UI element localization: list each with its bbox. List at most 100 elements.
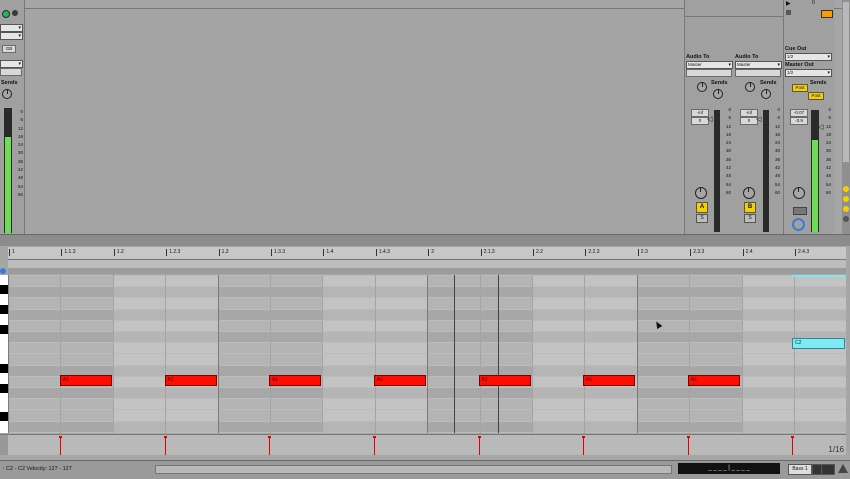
master-crossfader-icon[interactable] (793, 207, 807, 215)
piano-key-black[interactable] (0, 412, 8, 421)
velocity-stem[interactable] (373, 436, 376, 455)
track-activator-a[interactable]: A (696, 202, 708, 213)
input-channel-select[interactable] (0, 32, 23, 40)
velocity-stem[interactable] (687, 436, 690, 455)
left-empty-field[interactable] (0, 68, 22, 76)
scene-nav-icon-2[interactable] (843, 196, 849, 202)
selected-midi-note[interactable]: C2 (792, 338, 845, 349)
velocity-stem[interactable] (477, 436, 481, 455)
master-volume-field[interactable]: -0.07 (790, 109, 808, 117)
track-power-icon[interactable] (2, 10, 10, 18)
velocity-stem[interactable] (163, 436, 167, 455)
ruler-tick: 1 (9, 249, 15, 256)
scrub-area[interactable] (8, 268, 846, 274)
detail-toggle-icon[interactable] (838, 464, 848, 473)
ruler-tick: 1.1.3 (61, 249, 76, 256)
grid-beat-line (689, 275, 691, 433)
sends-label-a: Sends (711, 80, 728, 86)
scene-nav-icon-3[interactable] (843, 206, 849, 212)
ruler-tick: 1.2 (113, 249, 124, 256)
cue-volume-knob[interactable] (792, 218, 805, 231)
piano-keyboard[interactable] (0, 275, 8, 433)
audio-to-label-a: Audio To (686, 54, 710, 60)
left-gb-field[interactable]: GB (2, 45, 16, 53)
ruler-tick: 1.3.3 (270, 249, 286, 256)
grid-beat-line (532, 275, 533, 433)
arrangement-track-label[interactable]: Bass 1 (788, 464, 812, 475)
send-b-knob-b[interactable] (761, 89, 771, 99)
post-button-2[interactable]: Post (808, 92, 824, 100)
beat-ruler[interactable]: 1 1.1.3 1.2 1.2.3 1.3 1.3.3 1.4 1.4.3 2 2.1.3 2.2 2… (8, 247, 846, 260)
scene-nav-icon-1[interactable] (843, 186, 849, 192)
status-bar: : C2 - C2 Velocity: 127 - 127 _ _ _ _ | … (0, 460, 850, 479)
playhead-marker[interactable] (454, 275, 455, 433)
midi-note[interactable]: A1 (374, 375, 426, 386)
midi-note[interactable]: A1 (164, 375, 217, 386)
ruler-tick: 1.2.3 (166, 249, 181, 256)
pan-knob-a[interactable] (695, 187, 707, 199)
midi-note[interactable]: A1 (583, 375, 635, 386)
grid-beat-line (217, 275, 219, 433)
send-a-knob-b[interactable] (745, 82, 755, 92)
grid-beat-line (794, 275, 795, 433)
track-icon[interactable] (12, 10, 18, 16)
grid-beat-line (584, 275, 586, 433)
audio-to-select-a[interactable]: Master (686, 61, 733, 69)
midi-note[interactable]: A1 (60, 375, 112, 386)
ruler-tick: 2.4.3 (794, 249, 810, 256)
velocity-lane-handle[interactable] (0, 434, 8, 455)
scroll-thumb[interactable] (843, 2, 849, 162)
midi-note[interactable]: A1 (478, 375, 531, 386)
note-grid[interactable]: A1 A1 A1 A1 A1 A1 A1 C2 (8, 275, 846, 433)
time-display[interactable]: _ _ _ _ | _ _ _ _ (678, 463, 780, 474)
output-channel-b[interactable] (735, 69, 781, 77)
post-button-1[interactable]: Post (792, 84, 808, 92)
send-knob-left[interactable] (2, 89, 12, 99)
master-pan-field[interactable]: -3.9 (790, 117, 808, 125)
audio-to-select-b[interactable]: Master (735, 61, 782, 69)
monitor-select[interactable] (0, 60, 23, 68)
piano-key-black[interactable] (0, 305, 8, 314)
status-scroll-field[interactable] (155, 465, 672, 474)
cue-out-select[interactable]: 1/2 (785, 53, 832, 61)
master-pan-knob[interactable] (793, 187, 805, 199)
grid-beat-line (60, 275, 62, 433)
output-channel-a[interactable] (686, 69, 732, 77)
piano-key-black[interactable] (0, 285, 8, 294)
ruler-tick: 2.3 (637, 249, 648, 256)
playhead-marker[interactable] (498, 275, 499, 433)
piano-key-black[interactable] (0, 364, 8, 373)
midi-note[interactable]: A1 (688, 375, 740, 386)
solo-button-a[interactable]: S (696, 214, 708, 223)
velocity-lane[interactable]: 1/16 (8, 434, 846, 455)
master-out-select[interactable]: 1/2 (785, 69, 832, 77)
scene-nav-icon-4[interactable] (843, 216, 849, 222)
solo-button-b[interactable]: S (744, 214, 756, 223)
master-stop-icon[interactable] (786, 10, 791, 15)
send-a-knob-a[interactable] (697, 82, 707, 92)
master-meter-fill (812, 140, 818, 232)
piano-key-black[interactable] (0, 325, 8, 334)
track-activator-b[interactable]: B (744, 202, 756, 213)
midi-note[interactable]: A1 (269, 375, 321, 386)
piano-key-black[interactable] (0, 384, 8, 393)
level-meter-left (4, 108, 12, 233)
play-icon[interactable]: ▶ (786, 0, 791, 7)
left-track-strip: GB Sends 06121824303642485460 (0, 0, 25, 234)
session-scrollbar[interactable] (842, 0, 850, 234)
pan-knob-b[interactable] (743, 187, 755, 199)
track-b-header-line (734, 16, 783, 17)
input-type-select[interactable] (0, 24, 23, 32)
clip-view-icon[interactable] (821, 464, 835, 475)
volume-slider-a[interactable]: ◁ (707, 115, 712, 123)
send-b-knob-a[interactable] (713, 89, 723, 99)
velocity-stem[interactable] (791, 436, 794, 455)
velocity-stem[interactable] (582, 436, 585, 455)
master-clip-icon[interactable] (821, 10, 833, 18)
volume-slider-b[interactable]: ◁ (756, 115, 761, 123)
fold-icon[interactable] (0, 268, 6, 274)
velocity-stem[interactable] (59, 436, 62, 455)
velocity-stem[interactable] (268, 436, 271, 455)
status-text: : C2 - C2 Velocity: 127 - 127 (3, 466, 72, 472)
ruler-tick: 2.2.3 (585, 249, 600, 256)
